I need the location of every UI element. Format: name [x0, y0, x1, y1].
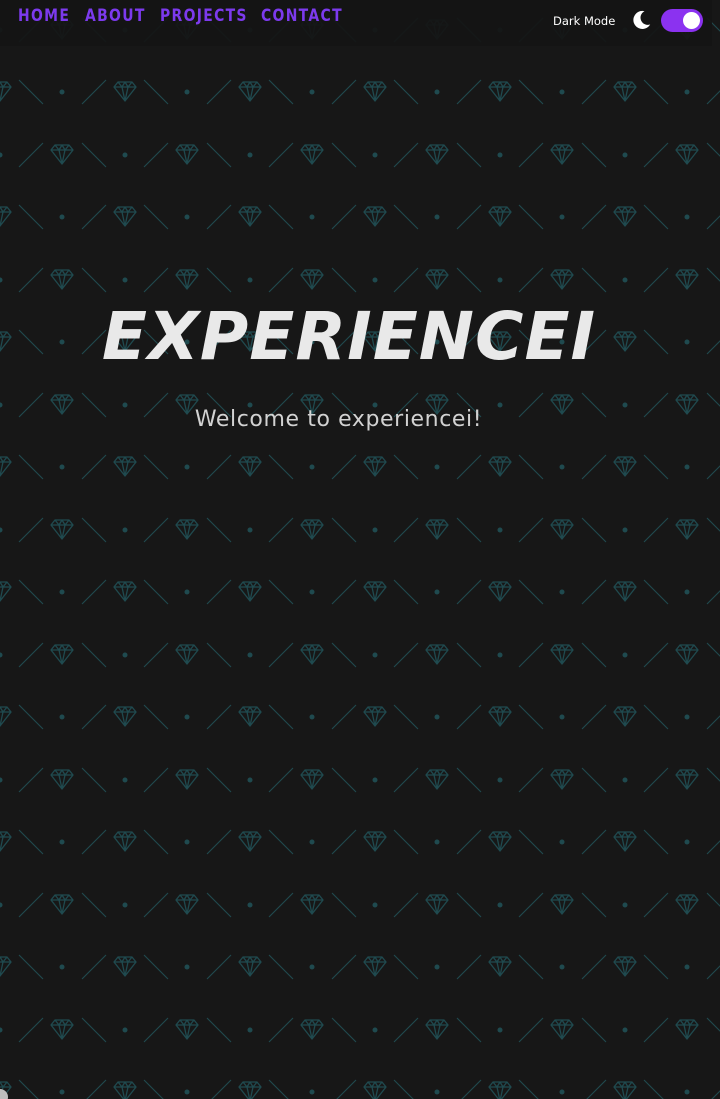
toggle-knob [683, 12, 700, 29]
moon-icon [633, 10, 651, 29]
hero-title: EXPERIENCEI [101, 298, 597, 375]
nav-link-projects[interactable]: PROJECTS [160, 6, 248, 26]
page: HOME ABOUT PROJECTS CONTACT Dark Mode EX… [0, 0, 720, 1099]
background-pattern [0, 0, 720, 1099]
pattern-fill [0, 0, 720, 1099]
corner-widget[interactable] [0, 1089, 8, 1099]
dark-mode-label: Dark Mode [553, 14, 616, 28]
nav-link-contact[interactable]: CONTACT [261, 6, 343, 26]
nav-link-about[interactable]: ABOUT [85, 6, 146, 26]
top-navbar: HOME ABOUT PROJECTS CONTACT Dark Mode [0, 0, 712, 46]
nav-link-home[interactable]: HOME [18, 6, 70, 26]
dark-mode-toggle[interactable] [661, 9, 703, 32]
hero-subtitle: Welcome to experiencei! [194, 407, 483, 432]
